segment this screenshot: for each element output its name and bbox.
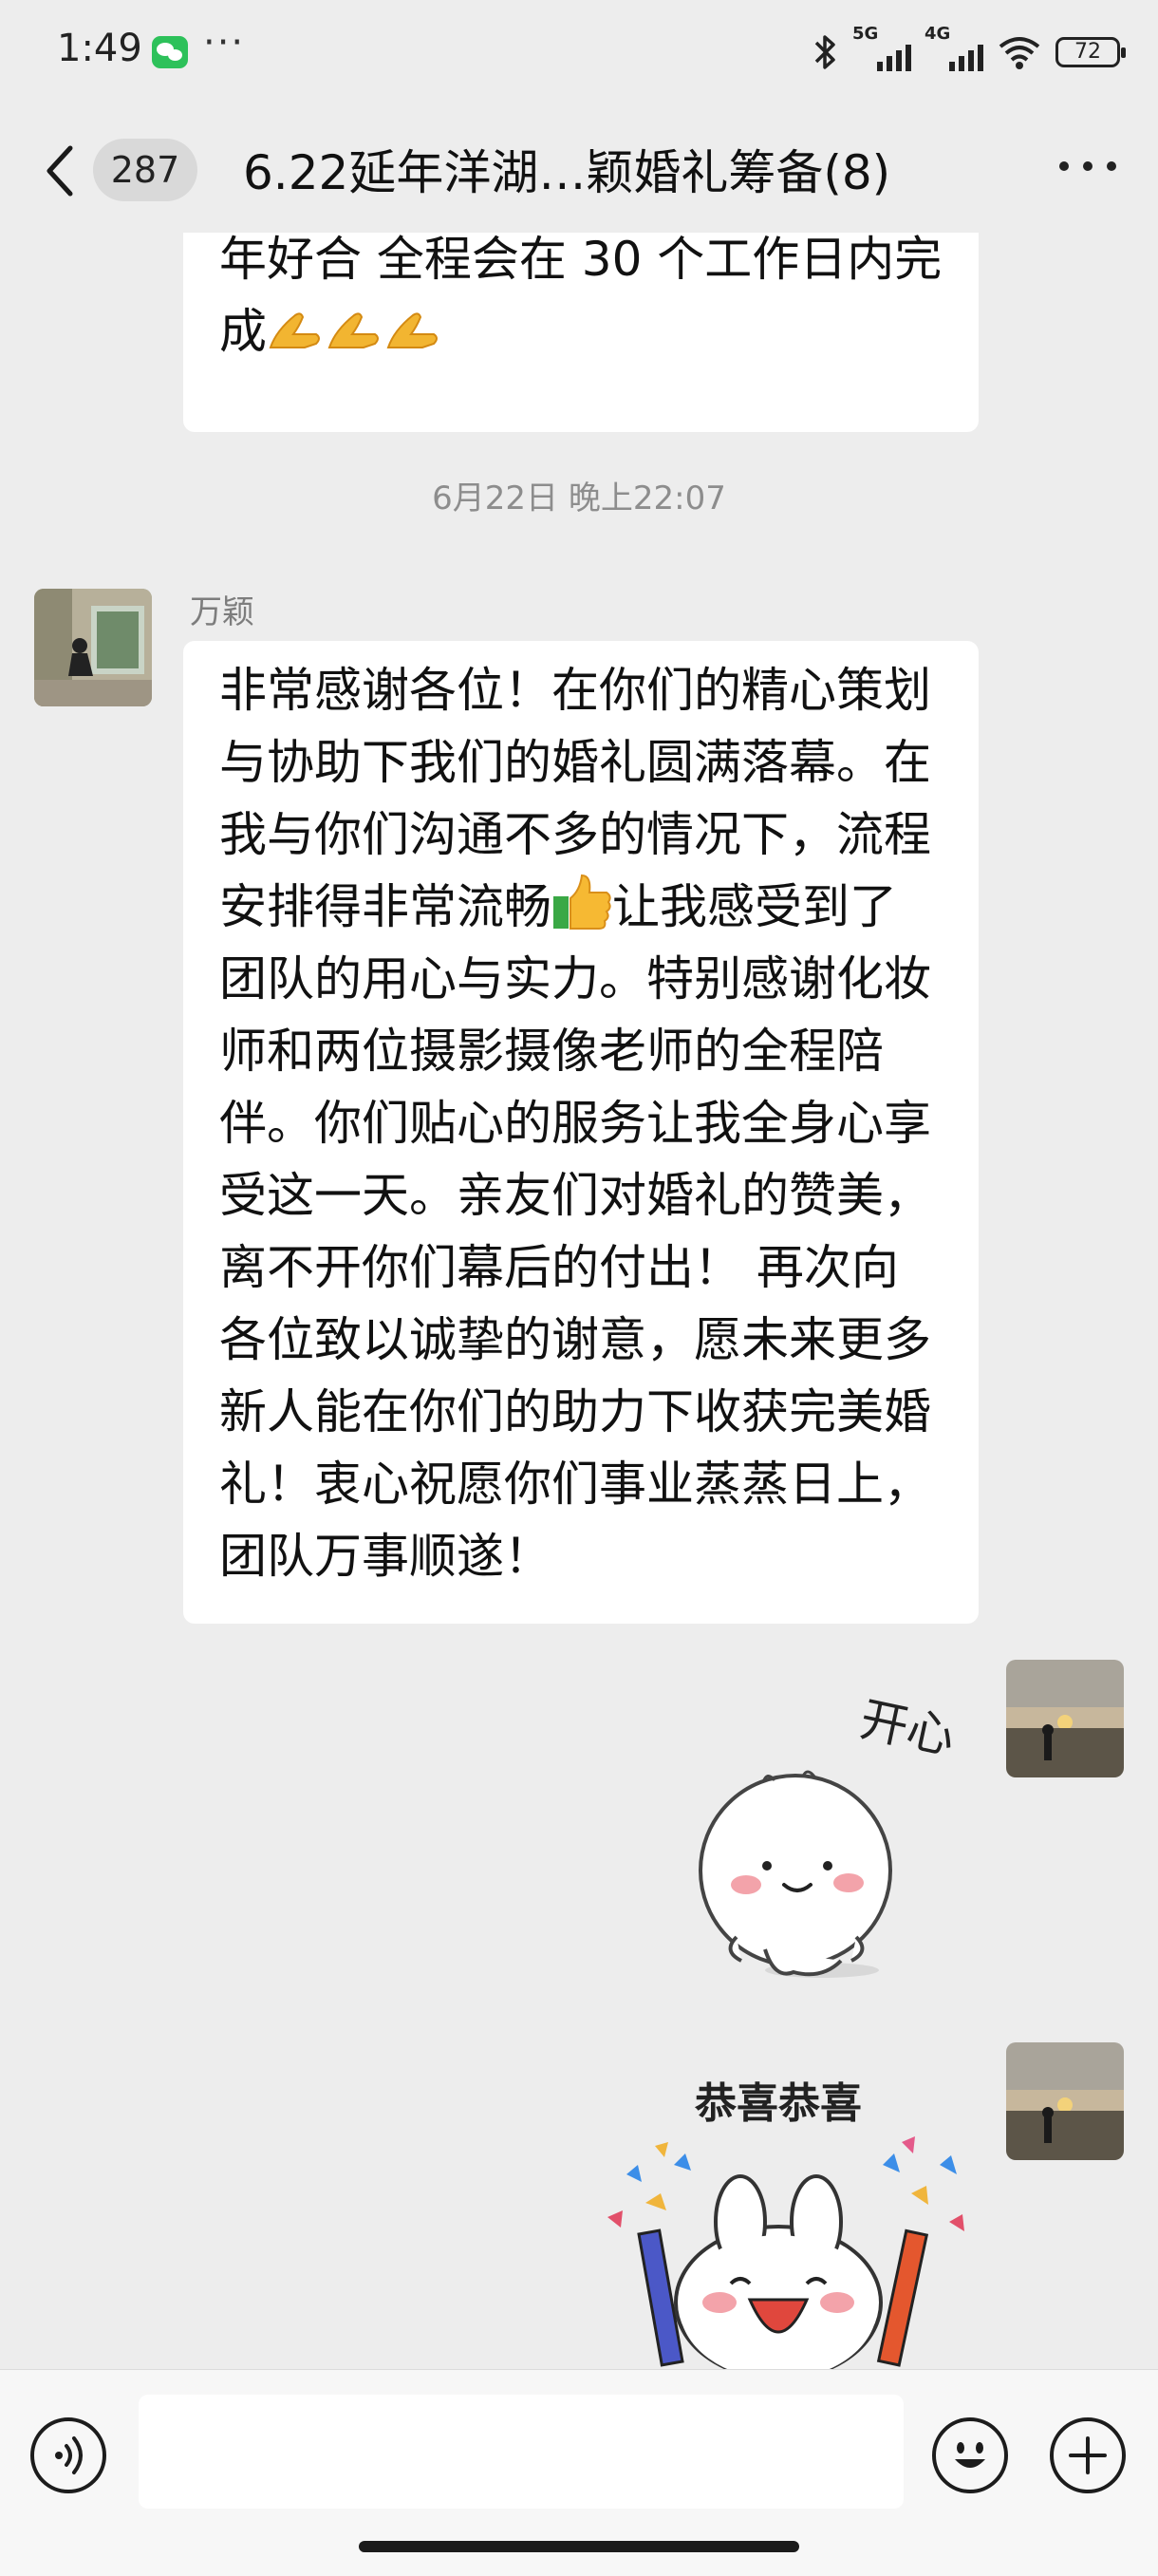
message-line: 年好合 全程会在 30 个工作日内完 [219, 233, 943, 287]
voice-icon [55, 2436, 83, 2474]
message-bubble-main[interactable]: 非常感谢各位！在你们的精心策划 与协助下我们的婚礼圆满落幕。在 我与你们沟通不多… [183, 641, 979, 1624]
battery-icon: 72 [1055, 37, 1126, 67]
sender-name: 万颖 [190, 593, 254, 631]
pray-hands-emoji [327, 312, 379, 348]
message-line: 各位致以诚挚的谢意，愿未来更多 [219, 1312, 931, 1367]
more-button[interactable] [1059, 161, 1116, 180]
signal-5g-label: 5G [852, 24, 879, 44]
pray-hands-emoji [269, 312, 320, 348]
more-dot [1107, 161, 1116, 171]
signal-5g-icon: 5G [852, 24, 911, 71]
message-line: 新人能在你们的助力下收获完美婚 [219, 1384, 931, 1439]
wifi-icon [999, 37, 1040, 69]
voice-button[interactable] [30, 2417, 106, 2493]
pray-hands-emoji [386, 312, 438, 348]
message-line: 与协助下我们的婚礼圆满落幕。在 [219, 735, 931, 790]
message-line: 成 [219, 295, 943, 367]
message-bubble-prev[interactable]: 年好合 全程会在 30 个工作日内完 成 [183, 233, 979, 432]
more-dot [1083, 161, 1093, 171]
plus-button[interactable] [1050, 2417, 1126, 2493]
chat-title: 6.22延年洋湖…颖婚礼筹备(8) [243, 145, 891, 200]
status-icons: 5G 4G 72 [811, 24, 1126, 76]
plus-icon [1069, 2436, 1107, 2474]
message-line-text: 安排得非常流畅 [219, 879, 551, 934]
status-more-dots: ··· [203, 21, 246, 65]
message-line-text: 让我感受到了 [612, 879, 897, 934]
message-line: 安排得非常流畅 让我感受到了 [219, 871, 943, 943]
message-line: 离不开你们幕后的付出！ 再次向 [219, 1240, 899, 1295]
avatar-image [1006, 1660, 1124, 1777]
avatar-self[interactable] [1006, 2042, 1124, 2160]
avatar-self[interactable] [1006, 1660, 1124, 1777]
home-indicator[interactable] [359, 2541, 799, 2552]
emoji-button[interactable] [932, 2417, 1008, 2493]
sticker-congrats[interactable]: 恭喜恭喜 [598, 2051, 978, 2369]
signal-4g-icon: 4G [925, 24, 983, 71]
message-line: 非常感谢各位！在你们的精心策划 [219, 663, 931, 718]
message-timestamp: 6月22日 晚上22:07 [432, 479, 726, 517]
message-list[interactable]: 年好合 全程会在 30 个工作日内完 成 6月22日 晚上22:07 万颖 非常… [0, 233, 1158, 2369]
message-line: 礼！衷心祝愿你们事业蒸蒸日上， [219, 1457, 931, 1512]
chevron-left-icon [47, 145, 73, 197]
bluetooth-icon [814, 35, 835, 69]
message-line: 团队的用心与实力。特别感谢化妆 [219, 951, 931, 1006]
sticker-happy[interactable]: 开心 [680, 1676, 964, 1989]
emoji-icon [955, 2442, 985, 2468]
status-bar: 1:49 ··· 5G 4G 72 [0, 0, 1158, 104]
avatar-sender[interactable] [34, 589, 152, 706]
message-line: 师和两位摄影摄像老师的全程陪 [219, 1024, 884, 1079]
wechat-notification-icon [152, 36, 188, 68]
message-line: 团队万事顺遂！ [219, 1529, 551, 1584]
message-line: 伴。你们贴心的服务让我全身心享 [219, 1096, 931, 1151]
thumbs-up-emoji [553, 874, 611, 930]
sticker-happy-text: 开心 [855, 1691, 960, 1765]
chat-header: 287 6.22延年洋湖…颖婚礼筹备(8) [0, 104, 1158, 233]
avatar-image [1006, 2042, 1124, 2160]
back-button[interactable] [42, 142, 89, 199]
input-bar [0, 2369, 1158, 2576]
avatar-image [34, 589, 152, 706]
unread-count-badge[interactable]: 287 [93, 139, 197, 201]
message-line-text: 成 [219, 304, 267, 359]
more-dot [1059, 161, 1069, 171]
status-time: 1:49 [57, 27, 142, 70]
message-line: 我与你们沟通不多的情况下，流程 [219, 807, 931, 862]
sticker-congrats-text: 恭喜恭喜 [694, 2079, 862, 2128]
signal-4g-label: 4G [925, 24, 951, 44]
message-line: 受这一天。亲友们对婚礼的赞美， [219, 1168, 931, 1223]
message-input[interactable] [139, 2395, 904, 2509]
